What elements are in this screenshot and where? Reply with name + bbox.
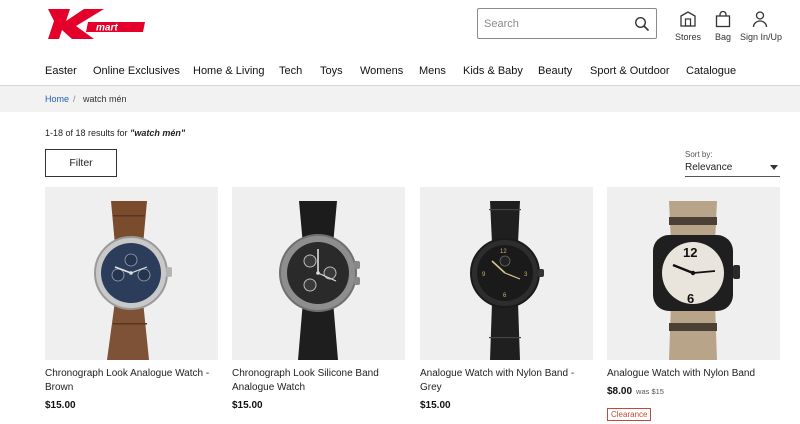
product-image[interactable]: 12 9 3 6	[420, 187, 593, 360]
stores-label: Stores	[674, 32, 701, 42]
product-name[interactable]: Analogue Watch with Nylon Band - Grey	[420, 367, 593, 394]
product-card[interactable]: Chronograph Look Analogue Watch - Brown …	[45, 187, 218, 411]
store-icon	[680, 11, 696, 27]
clearance-badge: Clearance	[607, 408, 652, 421]
main-nav: Easter Online Exclusives Home & Living T…	[0, 56, 800, 86]
nav-item-mens[interactable]: Mens	[419, 65, 446, 77]
product-image[interactable]	[45, 187, 218, 360]
bag-label: Bag	[714, 32, 731, 42]
nav-item-easter[interactable]: Easter	[45, 65, 77, 77]
results-prefix: 1-18 of 18 results for	[45, 128, 131, 138]
sign-in-link[interactable]: Sign In/Up	[740, 10, 783, 44]
product-price: $15.00	[45, 400, 76, 411]
site-header: mart Stores Bag Sign In/Up	[0, 0, 800, 56]
watch-image	[94, 201, 172, 360]
filter-button[interactable]: Filter	[45, 149, 117, 177]
nav-item-kids-baby[interactable]: Kids & Baby	[463, 65, 523, 77]
watch-image	[279, 201, 360, 360]
product-was-price: was $15	[636, 387, 664, 396]
nav-item-catalogue[interactable]: Catalogue	[686, 65, 736, 77]
sort-value: Relevance	[685, 162, 733, 173]
nav-item-womens[interactable]: Womens	[360, 65, 403, 77]
product-card[interactable]: 12 6 Analogue Watch with Nylon Band $8.0…	[607, 187, 780, 421]
product-image[interactable]: 12 6	[607, 187, 780, 360]
stores-link[interactable]: Stores	[668, 10, 708, 44]
results-count: 1-18 of 18 results for "watch mén"	[45, 128, 185, 138]
svg-text:12: 12	[500, 249, 507, 255]
breadcrumb: Home / watch mén	[0, 86, 800, 112]
product-price-value: $8.00	[607, 386, 633, 397]
product-name[interactable]: Chronograph Look Silicone Band Analogue …	[232, 367, 405, 394]
breadcrumb-separator: /	[73, 94, 76, 104]
watch-image: 12 6	[653, 201, 740, 360]
product-price: $15.00	[232, 400, 263, 411]
user-icon	[752, 11, 768, 28]
nav-item-tech[interactable]: Tech	[279, 65, 302, 77]
breadcrumb-home-link[interactable]: Home	[45, 94, 69, 104]
nav-item-beauty[interactable]: Beauty	[538, 65, 572, 77]
watch-image: 12 9 3 6	[470, 201, 544, 360]
product-card[interactable]: 12 9 3 6 Analogue Watch with Nylon Band …	[420, 187, 593, 411]
logo-wordmark: mart	[96, 23, 118, 34]
svg-text:6: 6	[687, 291, 694, 306]
product-name[interactable]: Chronograph Look Analogue Watch - Brown	[45, 367, 218, 394]
sort-select[interactable]: Relevance	[685, 160, 780, 177]
bag-link[interactable]: Bag	[703, 10, 743, 44]
nav-item-home-living[interactable]: Home & Living	[193, 65, 265, 77]
results-query: "watch mén"	[130, 128, 186, 138]
search-box	[477, 8, 657, 39]
nav-item-toys[interactable]: Toys	[320, 65, 343, 77]
nav-item-sport-outdoor[interactable]: Sport & Outdoor	[590, 65, 670, 77]
kmart-logo[interactable]: mart	[46, 8, 146, 40]
breadcrumb-current: watch mén	[83, 94, 127, 104]
product-price: $8.00 was $15	[607, 386, 664, 397]
product-image[interactable]	[232, 187, 405, 360]
product-card[interactable]: Chronograph Look Silicone Band Analogue …	[232, 187, 405, 411]
search-input[interactable]	[478, 9, 628, 38]
bag-icon	[715, 10, 731, 28]
search-icon[interactable]	[634, 16, 650, 32]
sort-label: Sort by:	[685, 150, 713, 159]
svg-text:12: 12	[683, 245, 697, 260]
product-price: $15.00	[420, 400, 451, 411]
sign-in-label: Sign In/Up	[740, 32, 783, 42]
product-name[interactable]: Analogue Watch with Nylon Band	[607, 367, 780, 381]
nav-item-online-exclusives[interactable]: Online Exclusives	[93, 65, 180, 77]
chevron-down-icon	[770, 165, 778, 170]
